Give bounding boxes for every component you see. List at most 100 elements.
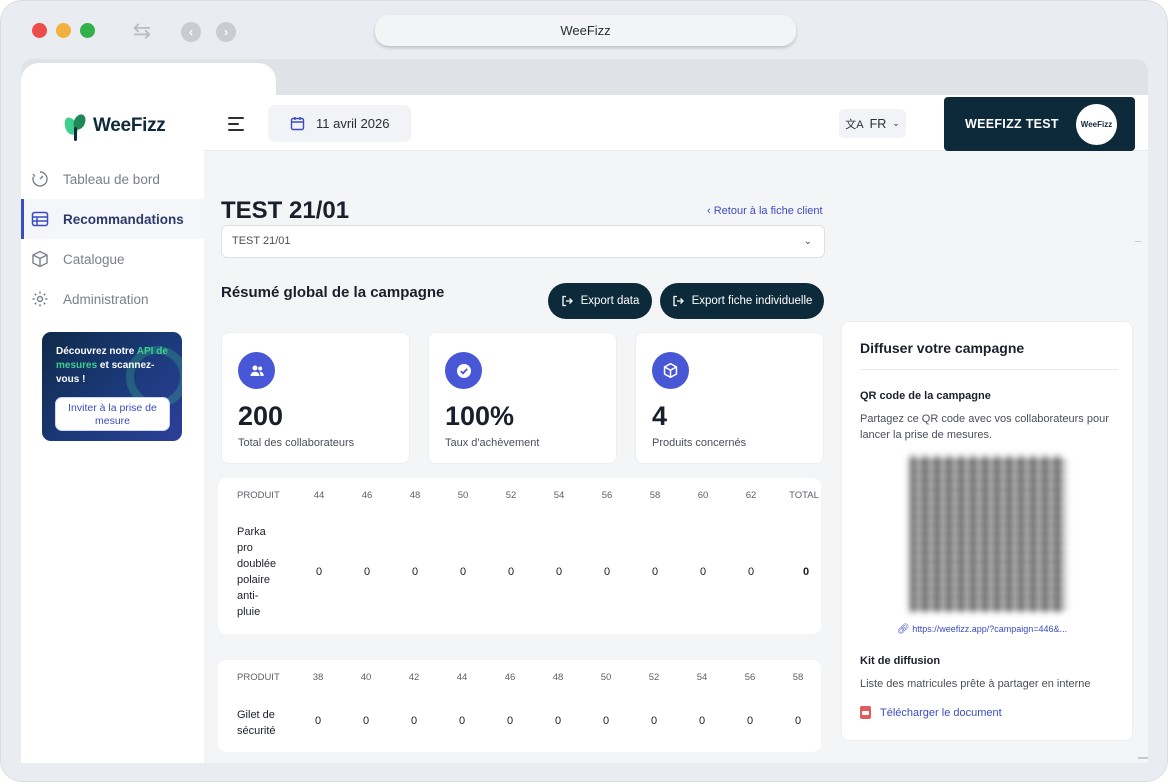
column-header-size: 50 <box>600 672 612 683</box>
api-promo-card: Découvrez notre API de mesures et scanne… <box>42 332 182 441</box>
column-header-product: PRODUIT <box>237 672 280 683</box>
export-icon <box>672 295 684 307</box>
back-arrow-icon[interactable]: ‹ <box>181 22 201 42</box>
broadcast-panel: Diffuser votre campagne QR code de la ca… <box>841 321 1133 741</box>
column-header-size: 40 <box>360 672 372 683</box>
current-date: 11 avril 2026 <box>316 116 390 131</box>
chevron-left-icon: ‹ <box>707 205 714 217</box>
close-window-button[interactable] <box>32 23 47 38</box>
column-header-size: 48 <box>552 672 564 683</box>
column-header-size: 60 <box>697 490 709 501</box>
stat-card-completion: 100% Taux d'achèvement <box>428 332 617 464</box>
column-header-size: 44 <box>313 490 325 501</box>
users-icon <box>238 352 275 389</box>
column-header-product: PRODUIT <box>237 490 280 501</box>
table-cell-total: 0 <box>802 566 810 578</box>
invite-measure-button[interactable]: Inviter à la prise de mesure <box>55 397 170 431</box>
column-header-size: 58 <box>649 490 661 501</box>
sync-icon[interactable]: ⇆ <box>129 19 155 43</box>
stat-label: Taux d'achèvement <box>445 437 540 449</box>
panel-title: Diffuser votre campagne <box>860 340 1025 356</box>
divider <box>860 369 1118 370</box>
sidebar-item-catalogue[interactable]: Catalogue <box>21 239 204 279</box>
check-circle-icon <box>445 352 482 389</box>
qr-code-image[interactable] <box>910 456 1066 612</box>
table-cell: 0 <box>555 566 563 578</box>
sidebar-item-dashboard[interactable]: Tableau de bord <box>21 159 204 199</box>
calendar-icon <box>290 117 305 131</box>
scrollbar-indicator-bottom[interactable] <box>1138 757 1148 759</box>
stat-value: 4 <box>652 401 668 431</box>
summary-title: Résumé global de la campagne <box>221 284 445 301</box>
download-document-link[interactable]: Télécharger le document <box>860 706 1002 719</box>
scrollbar-indicator[interactable] <box>1135 241 1141 242</box>
table-cell: 0 <box>698 715 706 727</box>
kit-description: Liste des matricules prête à partager en… <box>860 678 1091 690</box>
menu-icon[interactable] <box>228 117 244 135</box>
column-header-size: 52 <box>648 672 660 683</box>
table-cell: 0 <box>746 715 754 727</box>
stat-label: Produits concernés <box>652 437 747 449</box>
minimize-window-button[interactable] <box>56 23 71 38</box>
qr-description: Partagez ce QR code avec vos collaborate… <box>860 413 1109 441</box>
language-selector[interactable]: 文A FR ⌄ <box>839 109 906 138</box>
table-cell: 0 <box>314 715 322 727</box>
table-cell: 0 <box>363 566 371 578</box>
page-title: TEST 21/01 <box>221 197 350 224</box>
link-icon: 🔗︎ <box>897 624 910 635</box>
table-cell: 0 <box>459 566 467 578</box>
campaign-link[interactable]: 🔗︎ https://weefizz.app/?campaign=446&... <box>897 624 1067 635</box>
product-name: Gilet de sécurité <box>237 709 276 737</box>
chevron-down-icon: ⌄ <box>803 236 812 247</box>
column-header-size: 56 <box>744 672 756 683</box>
table-cell: 0 <box>650 715 658 727</box>
date-picker[interactable]: 11 avril 2026 <box>268 105 411 142</box>
table-cell: 0 <box>506 715 514 727</box>
column-header-total: TOTAL <box>789 490 819 501</box>
back-to-client-link[interactable]: ‹ Retour à la fiche client <box>707 205 823 217</box>
sidebar-item-recommendations[interactable]: Recommandations <box>21 199 204 239</box>
account-menu[interactable]: WEEFIZZ TEST WeeFizz <box>944 97 1135 151</box>
app-window: WeeFizz Tableau de bord Recommandations <box>21 95 1148 763</box>
weefizz-logo[interactable]: WeeFizz <box>61 109 166 143</box>
table-icon <box>31 211 49 227</box>
dashboard-icon <box>32 171 48 187</box>
address-bar[interactable]: WeeFizz <box>375 15 796 46</box>
stat-card-products: 4 Produits concernés <box>635 332 824 464</box>
stat-card-collaborators: 200 Total des collaborateurs <box>221 332 410 464</box>
table-cell: 0 <box>315 566 323 578</box>
sidebar: WeeFizz Tableau de bord Recommandations <box>21 95 204 763</box>
export-icon <box>561 295 573 307</box>
account-name: WEEFIZZ TEST <box>965 117 1059 131</box>
leaf-logo-icon <box>61 111 91 141</box>
stat-value: 200 <box>238 401 284 431</box>
translate-icon: 文A <box>845 118 864 131</box>
table-cell: 0 <box>362 715 370 727</box>
package-icon <box>652 352 689 389</box>
logo-text: WeeFizz <box>93 115 166 136</box>
column-header-size: 46 <box>361 490 373 501</box>
campaign-select[interactable]: TEST 21/01 ⌄ <box>221 225 825 258</box>
column-header-size: 58 <box>792 672 804 683</box>
table-cell: 0 <box>410 715 418 727</box>
sidebar-item-administration[interactable]: Administration <box>21 279 204 319</box>
column-header-size: 54 <box>696 672 708 683</box>
table-cell: 0 <box>602 715 610 727</box>
browser-tab-active[interactable] <box>21 63 276 99</box>
size-table-gilet: PRODUIT 38 40 42 44 46 48 50 52 54 56 58… <box>218 660 821 752</box>
column-header-size: 62 <box>745 490 757 501</box>
export-data-button[interactable]: Export data <box>548 283 652 319</box>
size-table-parka: PRODUIT 44 46 48 50 52 54 56 58 60 62 TO… <box>218 478 821 634</box>
stat-label: Total des collaborateurs <box>238 437 355 449</box>
box-icon <box>32 250 48 268</box>
qr-heading: QR code de la campagne <box>860 390 991 402</box>
column-header-size: 56 <box>601 490 613 501</box>
gear-icon <box>32 291 48 307</box>
table-cell: 0 <box>603 566 611 578</box>
forward-arrow-icon[interactable]: › <box>216 22 236 42</box>
column-header-size: 42 <box>408 672 420 683</box>
export-individual-button[interactable]: Export fiche individuelle <box>660 283 824 319</box>
maximize-window-button[interactable] <box>80 23 95 38</box>
product-name: Parka pro doublée polaire anti- pluie <box>237 526 277 618</box>
language-code: FR <box>869 116 887 131</box>
